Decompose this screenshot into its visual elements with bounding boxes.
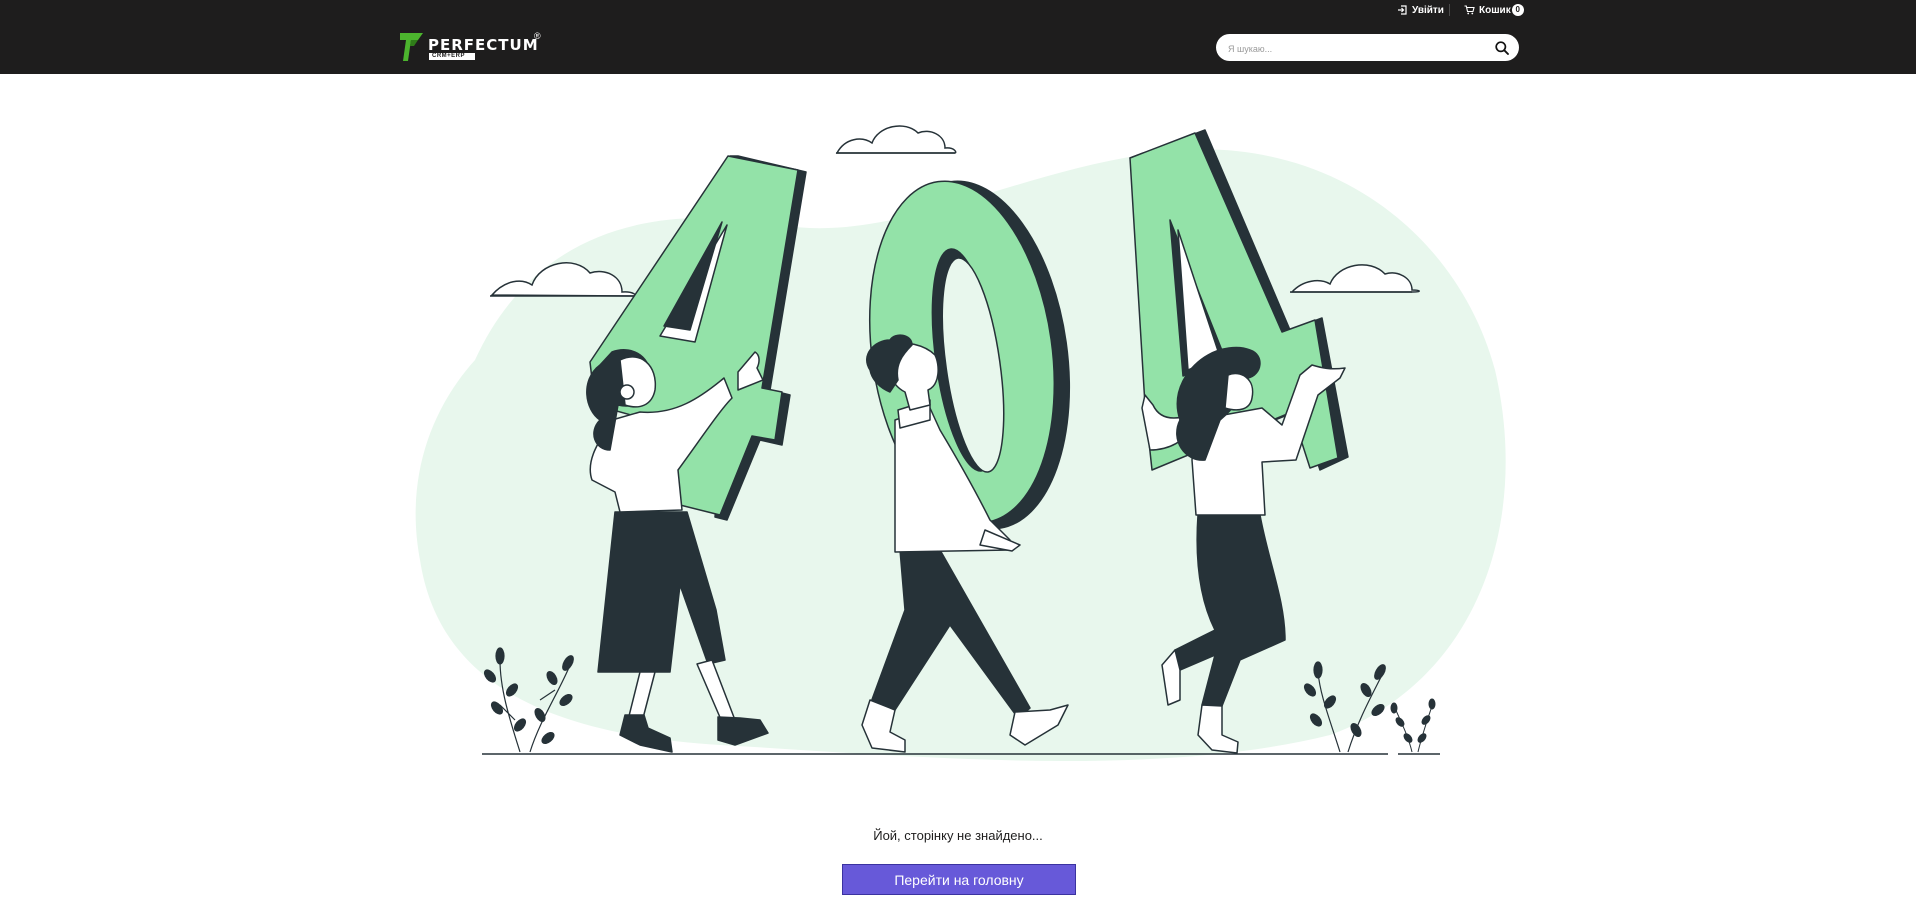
cloud-icon <box>835 125 957 154</box>
not-found-message: Йой, сторінку не знайдено... <box>873 828 1043 843</box>
cart-label: Кошик <box>1479 4 1511 16</box>
plant-small-icon <box>1390 698 1436 753</box>
cart-count-badge: 0 <box>1511 4 1524 16</box>
go-home-button[interactable]: Перейти на головну <box>842 864 1076 895</box>
login-link[interactable]: Увійти <box>1397 3 1444 17</box>
login-label: Увійти <box>1412 4 1444 16</box>
header: PERFECTUM ® CRM+ERP <box>0 20 1916 74</box>
search-input[interactable] <box>1226 40 1490 57</box>
top-bar: Увійти Кошик 0 <box>0 0 1916 21</box>
brand-subtitle: CRM+ERP <box>429 53 475 60</box>
search-icon[interactable] <box>1494 40 1510 56</box>
registered-mark: ® <box>534 31 541 41</box>
brand-name: PERFECTUM <box>428 36 539 54</box>
topbar-divider <box>1449 4 1450 16</box>
search-box[interactable] <box>1216 34 1519 61</box>
cart-link[interactable]: Кошик 0 <box>1464 3 1524 17</box>
login-icon <box>1398 5 1407 15</box>
logo[interactable]: PERFECTUM ® CRM+ERP <box>399 31 545 65</box>
logo-mark-icon <box>400 33 423 61</box>
error-404-illustration <box>415 125 1506 761</box>
cart-icon <box>1464 5 1475 15</box>
